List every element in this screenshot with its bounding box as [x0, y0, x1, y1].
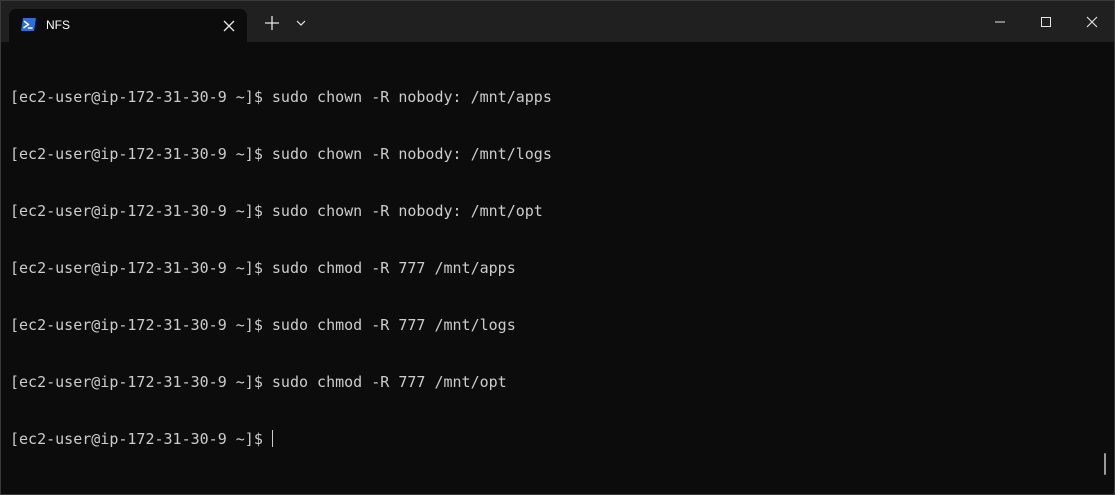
prompt-line[interactable]: [ec2-user@ip-172-31-30-9 ~]$ [10, 430, 1104, 449]
prompt: [ec2-user@ip-172-31-30-9 ~]$ [10, 430, 263, 448]
minimize-icon[interactable] [991, 13, 1009, 31]
dropdown-icon[interactable] [293, 15, 309, 31]
maximize-icon[interactable] [1037, 13, 1055, 31]
terminal-line: [ec2-user@ip-172-31-30-9 ~]$ sudo chown … [10, 202, 543, 220]
close-window-icon[interactable] [1083, 13, 1101, 31]
title-bar[interactable]: NFS [1, 1, 1114, 42]
terminal-window: NFS [ec2-user@ip-172-31-30-9 ~]$ sudo ch… [0, 0, 1115, 495]
terminal-line: [ec2-user@ip-172-31-30-9 ~]$ sudo chmod … [10, 316, 516, 334]
terminal-line: [ec2-user@ip-172-31-30-9 ~]$ sudo chown … [10, 88, 552, 106]
text-cursor [271, 430, 273, 447]
scrollbar-thumb[interactable] [1104, 453, 1106, 475]
powershell-icon [21, 18, 36, 31]
close-tab-icon[interactable] [219, 16, 239, 36]
terminal-output[interactable]: [ec2-user@ip-172-31-30-9 ~]$ sudo chown … [10, 50, 1104, 494]
tab-title: NFS [46, 18, 70, 32]
new-tab-icon[interactable] [264, 15, 280, 31]
tab-nfs[interactable]: NFS [9, 9, 247, 42]
terminal-line: [ec2-user@ip-172-31-30-9 ~]$ sudo chown … [10, 145, 552, 163]
terminal-line: [ec2-user@ip-172-31-30-9 ~]$ sudo chmod … [10, 373, 507, 391]
terminal-line: [ec2-user@ip-172-31-30-9 ~]$ sudo chmod … [10, 259, 516, 277]
